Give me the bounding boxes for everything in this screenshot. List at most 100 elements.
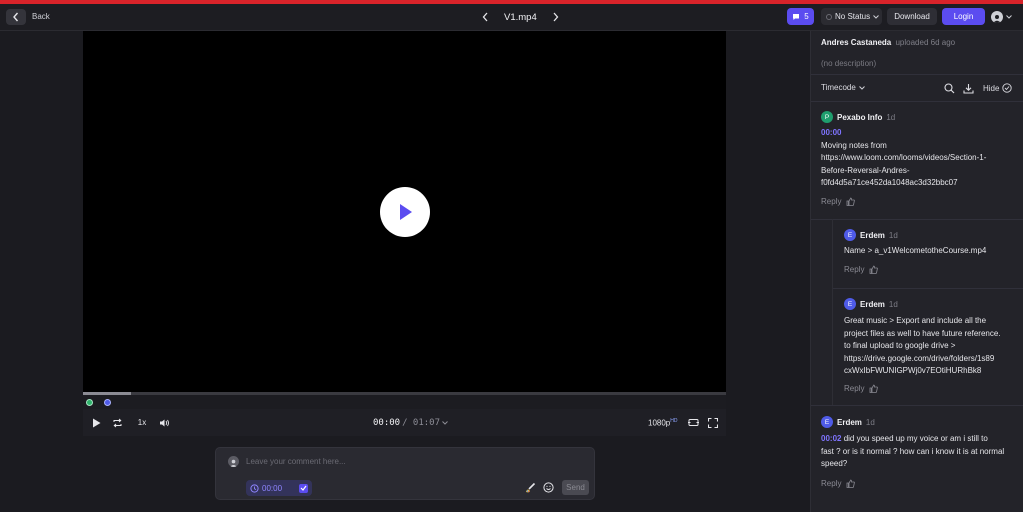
- checkbox-checked-icon: [299, 483, 308, 493]
- quality-button[interactable]: 1080pHD: [648, 418, 677, 428]
- comment-text-line: project files as well to have future ref…: [844, 328, 1001, 338]
- comment-author: Erdem: [860, 230, 885, 240]
- previous-file-icon[interactable]: [480, 11, 490, 23]
- comment-bubble-icon: [793, 13, 800, 20]
- video-canvas[interactable]: [83, 31, 726, 392]
- avatar: E: [821, 416, 833, 428]
- avatar: [228, 456, 239, 467]
- user-menu-button[interactable]: [991, 10, 1017, 23]
- aspect-toggle-button[interactable]: [687, 417, 699, 428]
- status-label: No Status: [835, 12, 871, 21]
- fullscreen-button[interactable]: [707, 417, 719, 428]
- paintbrush-icon: [525, 482, 535, 492]
- clock-icon: [250, 483, 259, 493]
- search-comments-button[interactable]: [943, 82, 955, 94]
- reply-button[interactable]: Reply: [844, 384, 864, 393]
- back-label[interactable]: Back: [32, 12, 50, 21]
- uploader-name: Andres Castaneda: [821, 38, 892, 47]
- login-button[interactable]: Login: [942, 8, 985, 25]
- play-icon: [93, 418, 101, 427]
- file-title: V1.mp4: [504, 11, 537, 23]
- comment-link-line[interactable]: https://drive.google.com/drive/folders/1…: [844, 353, 1023, 366]
- comment-marker[interactable]: [86, 399, 93, 406]
- check-circle-icon: [1002, 83, 1013, 93]
- send-button[interactable]: Send: [562, 480, 589, 495]
- comment-markers-track: [83, 395, 726, 409]
- reply-button[interactable]: Reply: [821, 479, 841, 488]
- comment-actions: Reply: [821, 197, 856, 206]
- comment-link-line[interactable]: https://www.loom.com/looms/videos/Sectio…: [821, 152, 1021, 165]
- file-title-nav: V1.mp4: [480, 11, 561, 23]
- comment-age: 1d: [888, 299, 898, 309]
- comment-timecode-link[interactable]: 00:00: [821, 127, 1021, 140]
- comment-author: Pexabo Info: [837, 112, 883, 122]
- comment-marker[interactable]: [104, 399, 111, 406]
- avatar: E: [844, 298, 856, 310]
- chevron-down-icon: [442, 421, 448, 425]
- upload-meta: uploaded 6d ago: [895, 38, 956, 47]
- comment-body: 00:00 Moving notes from https://www.loom…: [821, 127, 1021, 190]
- sort-label: Timecode: [821, 83, 856, 92]
- comment-text-line: to final upload to google drive >: [844, 341, 956, 350]
- smiley-icon: [543, 482, 554, 493]
- comment-header: P Pexabo Info 1d: [821, 111, 895, 123]
- comment-actions: Reply: [844, 265, 879, 274]
- comment-link-line[interactable]: Before-Reversal-Andres-: [821, 165, 1021, 178]
- comment-age: 1d: [886, 112, 896, 122]
- search-icon: [943, 82, 954, 93]
- hd-badge: HD: [670, 418, 678, 424]
- comment-link-line[interactable]: f0fd4d5a71ce452da1048ac3d32bbc07: [821, 177, 1021, 190]
- comment-age: 1d: [888, 230, 898, 240]
- download-button[interactable]: Download: [887, 8, 937, 25]
- comment-author: Erdem: [837, 417, 862, 427]
- download-comments-button[interactable]: [962, 82, 974, 94]
- annotate-draw-button[interactable]: [523, 481, 536, 494]
- thumbs-up-icon[interactable]: [869, 265, 879, 274]
- comment-header: E Erdem 1d: [821, 416, 875, 428]
- player-area: 1x 00:00 / 01:07 1080pHD 00:00: [0, 31, 810, 512]
- time-readout[interactable]: 00:00 / 01:07: [373, 418, 448, 428]
- reply-button[interactable]: Reply: [844, 265, 864, 274]
- volume-icon: [159, 419, 169, 426]
- reply-button[interactable]: Reply: [821, 197, 841, 206]
- comment-timecode-link[interactable]: 00:02: [821, 434, 841, 443]
- comment-text-line: Great music > Export and include all the: [844, 316, 987, 325]
- comment-actions: Reply: [844, 384, 879, 393]
- comment-age: 1d: [865, 417, 875, 427]
- avatar: P: [821, 111, 833, 123]
- comments-count-button[interactable]: 5: [787, 8, 814, 25]
- thumbs-up-icon[interactable]: [846, 479, 856, 488]
- status-dot-icon: [826, 13, 832, 20]
- comment-timestamp-toggle[interactable]: 00:00: [246, 480, 312, 496]
- next-file-icon[interactable]: [551, 11, 561, 23]
- back-button[interactable]: [6, 9, 26, 25]
- thumbs-up-icon[interactable]: [846, 197, 856, 206]
- hide-resolved-toggle[interactable]: Hide: [983, 83, 1013, 93]
- comments-count: 5: [804, 12, 809, 21]
- comment-text-line: speed?: [821, 459, 848, 468]
- comment-input[interactable]: [246, 455, 546, 468]
- play-icon: [400, 204, 412, 220]
- comment-composer: 00:00 Send: [215, 447, 595, 500]
- comment-body: Name > a_v1WelcometotheCourse.mp4: [844, 245, 1023, 258]
- play-button[interactable]: [91, 417, 102, 428]
- chevron-left-icon: [13, 12, 19, 22]
- download-icon: [962, 83, 974, 94]
- top-bar: Back V1.mp4 5 No Status Download Login: [0, 4, 1023, 31]
- status-dropdown[interactable]: No Status: [821, 8, 882, 25]
- sort-timecode-dropdown[interactable]: Timecode: [821, 83, 865, 92]
- comment-body: 00:02 did you speed up my voice or am i …: [821, 433, 1021, 471]
- play-overlay-button[interactable]: [380, 187, 430, 237]
- comment-text-line: fast ? or is it normal ? how can i know …: [821, 446, 1005, 456]
- comment-link-line[interactable]: cxWxIbFWUNIGPWj0v7EOtiHURhBk8: [844, 365, 1023, 378]
- loop-button[interactable]: [111, 417, 123, 428]
- volume-button[interactable]: [158, 417, 170, 428]
- thumbs-up-icon[interactable]: [869, 384, 879, 393]
- emoji-button[interactable]: [542, 481, 555, 494]
- comment-item: E Erdem 1d 00:02 did you speed up my voi…: [811, 405, 1023, 512]
- comment-header: E Erdem 1d: [844, 298, 898, 310]
- player-controls: 1x 00:00 / 01:07 1080pHD: [83, 409, 726, 436]
- user-icon: [993, 14, 1001, 23]
- playback-speed-button[interactable]: 1x: [136, 417, 148, 428]
- comments-sidebar: Andres Castaneda uploaded 6d ago (no des…: [810, 31, 1023, 512]
